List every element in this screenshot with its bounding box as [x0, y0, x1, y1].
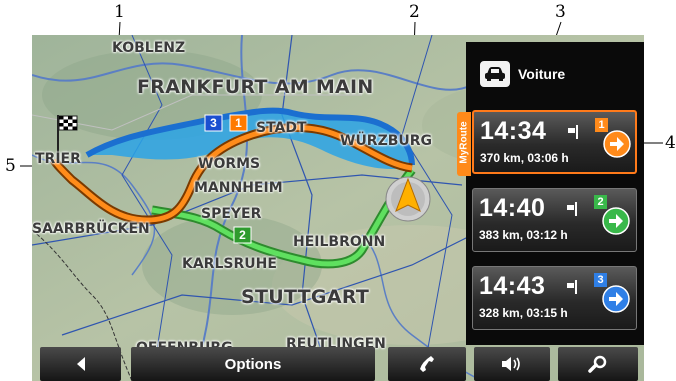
city-stuttgart: STUTTGART: [241, 286, 370, 308]
search-icon: [588, 355, 607, 373]
city-worms: WORMS: [198, 156, 261, 172]
route-option-2[interactable]: 14:40 2 383 km, 03:12 h: [472, 188, 637, 252]
route-2-arrival-time: 14:40: [479, 194, 546, 222]
options-button[interactable]: Options: [131, 347, 375, 381]
myroute-label: MyRoute: [458, 121, 470, 164]
route-3-arrival-time: 14:43: [479, 272, 546, 300]
route-3-details: 328 km, 03:15 h: [479, 306, 568, 320]
arrival-flag-icon: [567, 202, 577, 216]
go-arrow-icon[interactable]: [603, 130, 631, 158]
city-frankfurt: FRANKFURT AM MAIN: [137, 76, 374, 98]
city-koblenz: KOBLENZ: [112, 40, 186, 56]
route-option-1[interactable]: 14:34 1 370 km, 03:06 h: [472, 110, 637, 174]
route-2-details: 383 km, 03:12 h: [479, 228, 568, 242]
route-1-arrival-time: 14:34: [480, 117, 547, 145]
volume-button[interactable]: [474, 347, 550, 381]
phone-icon: [420, 356, 434, 372]
city-saarbrucken: SAARBRÜCKEN: [32, 221, 150, 237]
arrival-flag-icon: [567, 280, 577, 294]
search-button[interactable]: [558, 347, 638, 381]
route-option-3[interactable]: 14:43 3 328 km, 03:15 h: [472, 266, 637, 330]
city-trier: TRIER: [35, 151, 81, 167]
route-2-number: 2: [594, 195, 607, 209]
callout-5: 5: [5, 156, 16, 176]
city-heilbronn: HEILBRONN: [293, 234, 386, 250]
go-arrow-icon[interactable]: [602, 285, 630, 313]
route-marker-1: 1: [235, 116, 242, 130]
city-speyer: SPEYER: [201, 206, 262, 222]
go-arrow-icon[interactable]: [602, 207, 630, 235]
city-wurzburg: WÜRZBURG: [340, 133, 433, 149]
options-label: Options: [224, 355, 282, 373]
volume-icon: [502, 357, 520, 371]
car-icon[interactable]: [480, 61, 510, 87]
callout-1: 1: [114, 2, 125, 22]
city-darmstadt: STADT: [256, 120, 307, 136]
callout-2: 2: [409, 2, 420, 22]
city-mannheim: MANNHEIM: [194, 180, 283, 196]
route-3-number: 3: [594, 273, 607, 287]
route-marker-3: 3: [210, 116, 217, 130]
route-1-details: 370 km, 03:06 h: [480, 151, 569, 165]
callout-4: 4: [665, 133, 676, 153]
arrival-flag-icon: [568, 125, 578, 139]
vehicle-label: Voiture: [518, 66, 566, 82]
route-marker-2: 2: [239, 228, 246, 242]
route-1-number: 1: [595, 118, 608, 132]
back-arrow-icon: [76, 357, 85, 371]
city-karlsruhe: KARLSRUHE: [182, 256, 277, 272]
callout-3: 3: [555, 2, 566, 22]
myroute-tab: MyRoute: [457, 112, 471, 176]
back-button[interactable]: [40, 347, 121, 381]
phone-button[interactable]: [388, 347, 466, 381]
